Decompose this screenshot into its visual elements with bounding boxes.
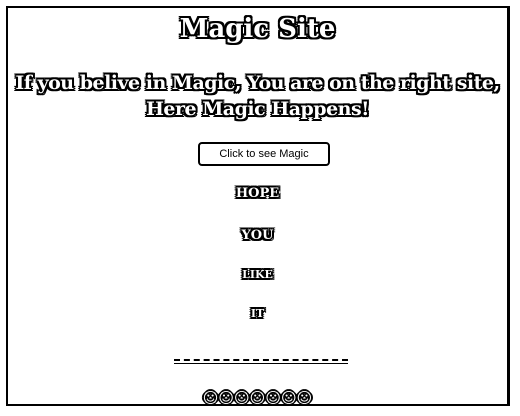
tagline-line-2: Here Magic Happens! <box>145 98 370 120</box>
word-like: LIKE <box>242 268 273 281</box>
word-it: IT <box>250 307 265 320</box>
tagline: If you belive in Magic, You are on the r… <box>8 70 507 122</box>
smiley-row: ☺☺☺☺☺☺☺ <box>202 389 313 406</box>
divider-line-underline <box>174 363 348 364</box>
see-magic-button[interactable]: Click to see Magic <box>198 142 330 166</box>
word-hope: HOPE <box>235 186 280 201</box>
page-frame: Magic Site If you belive in Magic, You a… <box>6 6 510 406</box>
divider-line <box>174 359 348 361</box>
site-title: Magic Site <box>179 14 336 44</box>
tagline-line-1: If you belive in Magic, You are on the r… <box>15 72 500 94</box>
word-you: YOU <box>241 228 274 243</box>
